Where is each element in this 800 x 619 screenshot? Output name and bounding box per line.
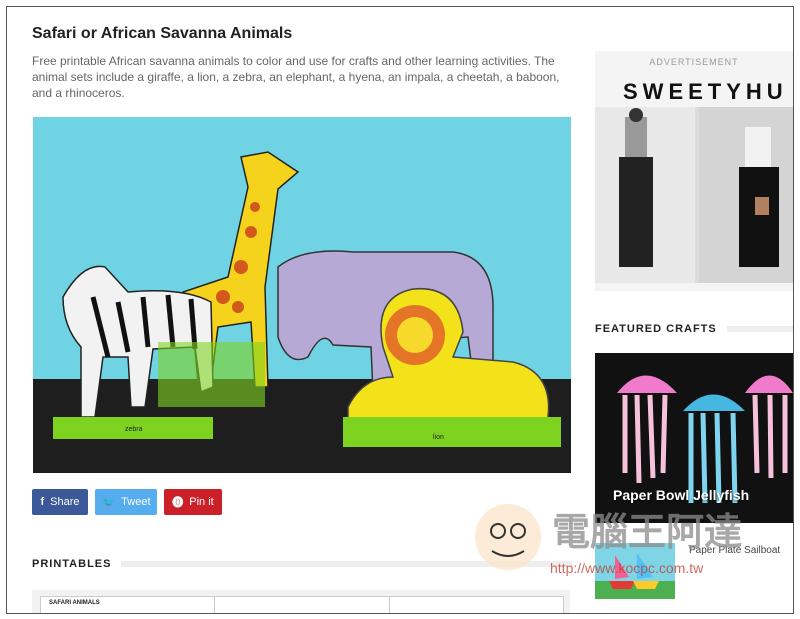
watermark-url: http://www.kocpc.com.tw [550, 560, 704, 576]
twitter-share-button[interactable]: 🐦 Tweet [95, 489, 157, 515]
share-buttons: f Share 🐦 Tweet ⓿ Pin it [32, 489, 222, 515]
pinterest-share-label: Pin it [189, 496, 214, 508]
twitter-share-label: Tweet [121, 496, 151, 508]
watermark-text: 電腦王阿達 [552, 510, 742, 554]
featured-crafts-heading: FEATURED CRAFTS [595, 323, 793, 335]
twitter-icon: 🐦 [101, 496, 116, 509]
printables-table-inner: SAFARI ANIMALS [40, 596, 564, 613]
pinterest-icon: ⓿ [172, 497, 184, 509]
watermark: 電腦王阿達 http://www.kocpc.com.tw [470, 497, 760, 579]
article-description: Free printable African savanna animals t… [32, 54, 560, 100]
page-title: Safari or African Savanna Animals [32, 25, 293, 42]
pinterest-share-button[interactable]: ⓿ Pin it [164, 489, 222, 515]
facebook-icon: f [40, 496, 45, 508]
featured-crafts-heading-text: FEATURED CRAFTS [595, 323, 717, 335]
printables-heading-text: PRINTABLES [32, 558, 112, 570]
printables-cell-1[interactable]: SAFARI ANIMALS [41, 597, 216, 613]
facebook-share-label: Share [50, 496, 80, 508]
zebra-stand-label: zebra [125, 426, 143, 433]
hero-image[interactable]: zebra lion [33, 117, 571, 473]
lion-stand-label: lion [433, 434, 444, 441]
printables-table: SAFARI ANIMALS [32, 590, 570, 613]
ad-photo [595, 107, 793, 283]
ad-brand: SWEETYHU [623, 79, 788, 104]
page-frame: Safari or African Savanna Animals Free p… [6, 6, 794, 614]
ad-label: ADVERTISEMENT [649, 57, 739, 67]
printables-cell-2[interactable] [215, 597, 390, 613]
section-divider [726, 326, 793, 332]
facebook-share-button[interactable]: f Share [32, 489, 88, 515]
advertisement[interactable]: ADVERTISEMENT SWEETYHU [595, 51, 793, 291]
printables-cell-3[interactable] [390, 597, 563, 613]
